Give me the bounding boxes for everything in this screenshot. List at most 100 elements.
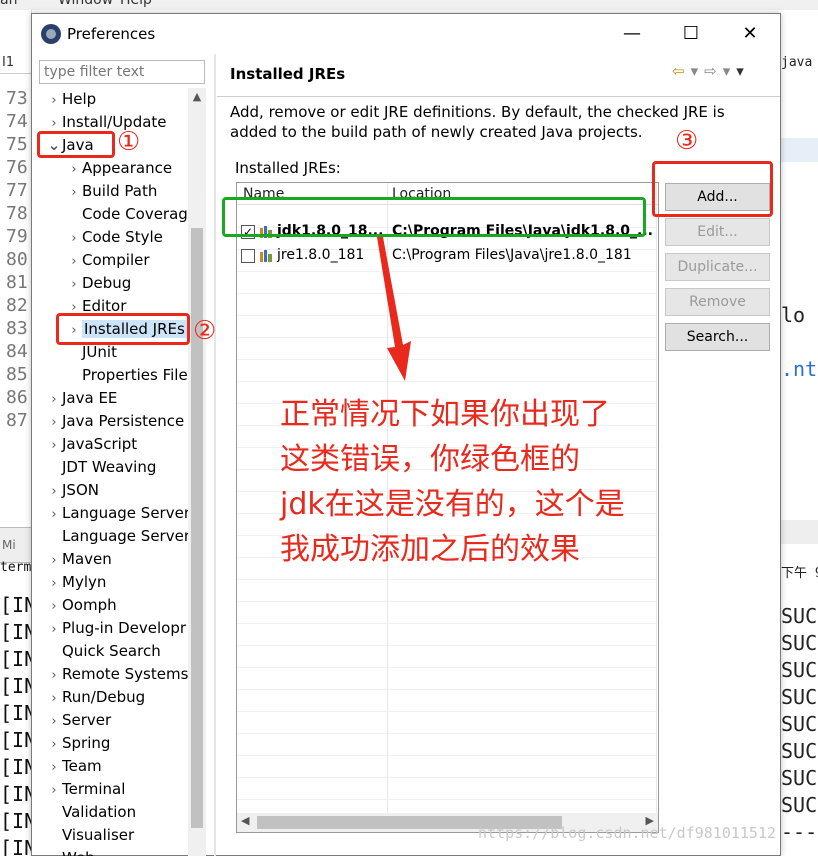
tree-item[interactable]: Properties File xyxy=(66,364,188,387)
chevron-right-icon[interactable]: › xyxy=(66,158,82,181)
row-gridline xyxy=(237,315,658,316)
close-button[interactable]: ✕ xyxy=(721,14,779,54)
forward-arrow-icon[interactable]: ⇨ xyxy=(704,62,723,80)
chevron-right-icon[interactable]: › xyxy=(46,733,62,756)
tree-item[interactable]: › Oomph xyxy=(46,594,116,618)
row-gridline xyxy=(237,381,658,382)
tree-item[interactable]: Code Coverag xyxy=(66,203,188,226)
tree-item[interactable]: › Build Path xyxy=(66,180,157,203)
tree-item-label: Install/Update xyxy=(62,113,167,131)
tree-item-label: Properties File xyxy=(82,366,188,384)
chevron-right-icon[interactable]: › xyxy=(46,618,62,641)
tree-item[interactable]: › Mylyn xyxy=(46,571,106,594)
view-menu-icon[interactable]: ▾ xyxy=(736,62,750,80)
tree-item[interactable]: › Code Style xyxy=(66,226,162,250)
tree-item-label: Spring xyxy=(62,734,111,752)
line-number: 85 xyxy=(6,364,28,385)
chevron-right-icon[interactable]: › xyxy=(46,480,62,503)
tree-item[interactable]: › Compiler xyxy=(66,249,149,273)
tree-item[interactable]: › Maven xyxy=(46,548,111,572)
table-row[interactable]: jre1.8.0_181 C:\Program Files\Java\jre1.8… xyxy=(237,245,658,267)
row-gridline xyxy=(237,777,658,778)
search-button[interactable]: Search... xyxy=(665,323,770,351)
tree-item[interactable]: › Java EE xyxy=(46,387,117,410)
chevron-right-icon[interactable]: › xyxy=(46,779,62,802)
chevron-right-icon[interactable]: › xyxy=(46,710,62,733)
chevron-right-icon[interactable]: › xyxy=(46,595,62,618)
tree-item-label: Validation xyxy=(62,803,137,821)
back-arrow-icon[interactable]: ⇦ xyxy=(672,62,691,80)
pane-divider[interactable] xyxy=(214,54,216,856)
line-number: 80 xyxy=(6,249,28,270)
jre-checkbox[interactable] xyxy=(241,249,255,263)
line-number: 86 xyxy=(6,387,28,408)
tree-item[interactable]: › Java Persistence xyxy=(46,410,184,433)
tree-item[interactable]: › JavaScript xyxy=(46,433,137,456)
back-menu-chevron-icon[interactable]: ▾ xyxy=(691,62,705,80)
chevron-right-icon[interactable]: › xyxy=(46,503,62,526)
filter-input[interactable] xyxy=(39,60,205,84)
line-number: 74 xyxy=(6,111,28,132)
menu-item[interactable]: an xyxy=(0,0,17,8)
right-panel-tabs xyxy=(781,520,818,544)
tree-item[interactable]: › Debug xyxy=(66,272,131,295)
line-number: 84 xyxy=(6,341,28,362)
forward-menu-chevron-icon[interactable]: ▾ xyxy=(723,62,737,80)
tree-item[interactable]: › Appearance xyxy=(66,157,172,180)
chevron-right-icon[interactable]: › xyxy=(46,756,62,779)
chevron-right-icon[interactable]: › xyxy=(46,434,62,457)
chevron-right-icon[interactable]: › xyxy=(66,250,82,273)
chevron-right-icon[interactable]: › xyxy=(46,549,62,572)
row-gridline xyxy=(237,645,658,646)
chevron-right-icon[interactable]: › xyxy=(46,848,62,856)
chevron-right-icon[interactable]: › xyxy=(66,181,82,204)
chevron-right-icon[interactable]: › xyxy=(46,572,62,595)
editor-tab[interactable]: I1 xyxy=(0,52,32,74)
annotation-note: 正常情况下如果你出现了 这类错误，你绿色框的 jdk在这是没有的，这个是 我成功… xyxy=(280,392,670,572)
console-timestamp: 下午 9: xyxy=(781,566,818,581)
tree-item-label: Mylyn xyxy=(62,573,107,591)
console-status: SUCC xyxy=(781,658,818,682)
tree-scrollbar[interactable]: ▲ xyxy=(188,88,206,856)
tree-item[interactable]: › Plug-in Developr xyxy=(46,617,186,640)
tree-item[interactable]: › Server xyxy=(46,709,111,732)
tree-item[interactable]: › Language Server xyxy=(46,502,188,525)
annotation-note-line: jdk在这是没有的，这个是 xyxy=(280,487,625,522)
right-editor-tab[interactable]: java xyxy=(781,55,812,70)
tree-item[interactable]: ›Web xyxy=(46,847,94,856)
chevron-right-icon[interactable]: › xyxy=(46,388,62,411)
chevron-right-icon[interactable]: › xyxy=(46,411,62,434)
tree-item[interactable]: › Run/Debug xyxy=(46,686,145,709)
tree-item[interactable]: › Spring xyxy=(46,732,110,755)
menu-item-help[interactable]: Help xyxy=(120,0,152,8)
tree-item[interactable]: Language Server xyxy=(46,525,188,548)
scroll-left-icon[interactable]: ◀ xyxy=(241,814,249,827)
edit-button[interactable]: Edit... xyxy=(665,218,770,246)
annotation-note-line: 这类错误，你绿色框的 xyxy=(280,442,580,477)
chevron-right-icon[interactable]: › xyxy=(46,89,62,112)
jre-name: jre1.8.0_181 xyxy=(277,247,365,263)
menu-item-window[interactable]: Window xyxy=(58,0,113,8)
tree-item[interactable]: Validation xyxy=(46,801,136,824)
minimize-button[interactable]: — xyxy=(603,14,661,54)
chevron-right-icon[interactable]: › xyxy=(66,227,82,250)
dialog-title: Preferences xyxy=(67,25,156,43)
tree-item-label: Terminal xyxy=(62,780,126,798)
console-tab[interactable]: Mi xyxy=(2,538,16,552)
tree-item[interactable]: › Terminal xyxy=(46,778,125,801)
tree-item[interactable]: › JSON xyxy=(46,479,99,502)
duplicate-button[interactable]: Duplicate... xyxy=(665,253,770,281)
tree-item[interactable]: › Team xyxy=(46,755,101,779)
row-gridline xyxy=(237,601,658,602)
tree-item[interactable]: › Remote Systems xyxy=(46,663,188,686)
tree-item[interactable]: Quick Search xyxy=(46,640,161,663)
scroll-up-icon[interactable]: ▲ xyxy=(188,90,206,103)
tree-item[interactable]: Visualiser xyxy=(46,824,134,847)
maximize-button[interactable]: ☐ xyxy=(662,14,720,54)
remove-button[interactable]: Remove xyxy=(665,288,770,316)
chevron-right-icon[interactable]: › xyxy=(46,687,62,710)
chevron-right-icon[interactable]: › xyxy=(46,664,62,687)
tree-item[interactable]: › Help xyxy=(46,88,96,111)
chevron-right-icon[interactable]: › xyxy=(66,273,82,296)
tree-item[interactable]: JDT Weaving xyxy=(46,456,156,479)
